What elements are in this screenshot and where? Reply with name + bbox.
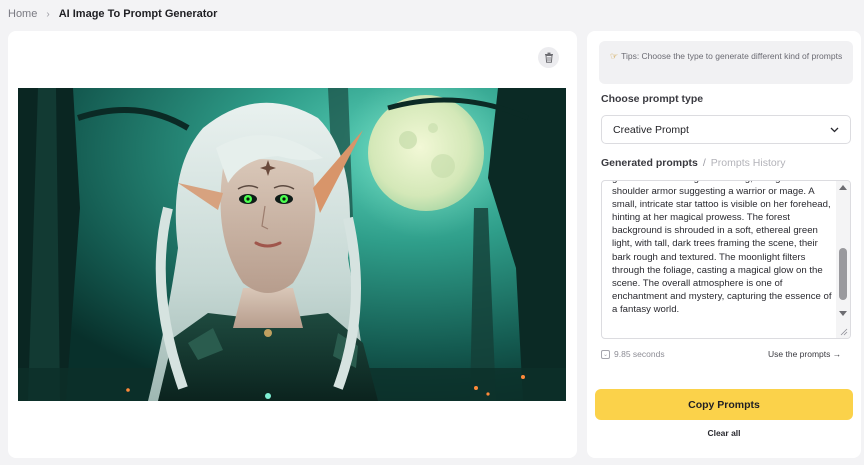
prompt-scrollbar[interactable]	[836, 181, 850, 338]
breadcrumb-home-link[interactable]: Home	[8, 8, 37, 20]
generated-prompt-text: gown with intricate gold detailing, its …	[612, 181, 832, 315]
tab-separator: /	[702, 157, 706, 169]
prompt-panel: ☞ Tips: Choose the type to generate diffe…	[587, 31, 861, 458]
clock-icon: ⌄	[601, 349, 610, 359]
tab-prompts-history[interactable]: Prompts History	[711, 157, 786, 169]
prompt-type-select[interactable]: Creative Prompt	[601, 115, 851, 144]
chevron-right-icon: ›	[46, 8, 50, 20]
breadcrumb-current: AI Image To Prompt Generator	[58, 8, 218, 20]
scroll-down-arrow-icon[interactable]	[839, 311, 847, 316]
resize-grip-icon[interactable]	[840, 328, 848, 336]
generated-prompt-textarea[interactable]: gown with intricate gold detailing, its …	[601, 180, 851, 339]
delete-image-button[interactable]	[538, 47, 559, 68]
scrollbar-thumb[interactable]	[839, 248, 847, 300]
image-panel	[8, 31, 577, 458]
tab-generated-prompts[interactable]: Generated prompts	[601, 157, 698, 169]
scroll-up-arrow-icon[interactable]	[839, 185, 847, 190]
clear-all-button[interactable]: Clear all	[587, 428, 861, 438]
generation-time: ⌄ 9.85 seconds	[601, 349, 665, 359]
copy-prompts-button[interactable]: Copy Prompts	[595, 389, 853, 420]
trash-icon	[544, 52, 553, 63]
tips-text: Tips: Choose the type to generate differ…	[621, 51, 843, 61]
generation-time-text: 9.85 seconds	[614, 349, 665, 359]
chevron-down-icon	[830, 127, 839, 132]
pointing-hand-icon: ☞	[610, 51, 619, 61]
uploaded-image	[18, 88, 566, 401]
breadcrumb: Home › AI Image To Prompt Generator	[8, 7, 217, 21]
elf-illustration	[18, 88, 566, 401]
prompt-type-value: Creative Prompt	[613, 123, 689, 136]
generated-tabs: Generated prompts / Prompts History	[601, 157, 785, 169]
tips-box: ☞ Tips: Choose the type to generate diffe…	[599, 41, 853, 84]
prompt-type-label: Choose prompt type	[601, 93, 704, 105]
use-prompts-link[interactable]: Use the prompts →	[768, 349, 841, 359]
